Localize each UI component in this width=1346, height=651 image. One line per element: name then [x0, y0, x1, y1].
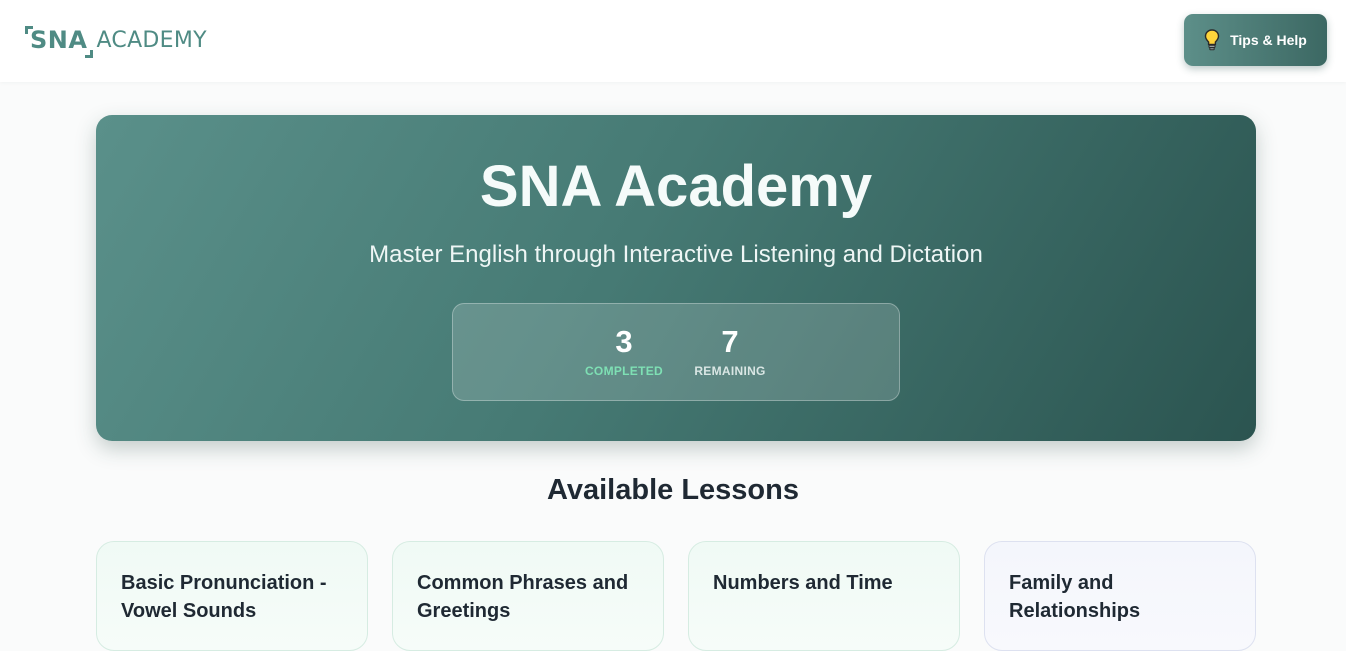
lesson-card[interactable]: Family and Relationships	[984, 541, 1256, 651]
logo-word: ACADEMY	[96, 27, 207, 53]
stat-completed: 3 COMPLETED	[574, 324, 674, 378]
hero-subtitle: Master English through Interactive Liste…	[369, 241, 983, 268]
stat-remaining-label: REMAINING	[694, 364, 766, 378]
stat-remaining: 7 REMAINING	[680, 324, 780, 378]
lesson-card-title: Family and Relationships	[1009, 572, 1141, 622]
lightbulb-icon	[1204, 29, 1220, 51]
hero-title: SNA Academy	[479, 154, 873, 219]
hero-banner: SNA Academy Master English through Inter…	[96, 115, 1256, 441]
available-lessons-heading: Available Lessons	[547, 474, 799, 506]
tips-help-label: Tips & Help	[1230, 32, 1307, 48]
lesson-card-title: Basic Pronunciation - Vowel Sounds	[121, 572, 327, 622]
progress-stats: 3 COMPLETED 7 REMAINING	[452, 303, 900, 401]
stat-completed-value: 3	[615, 324, 633, 359]
lesson-card-title: Common Phrases and Greetings	[417, 572, 629, 622]
tips-help-button[interactable]: Tips & Help	[1184, 14, 1327, 66]
logo-mark-text: SNA	[30, 26, 88, 54]
lesson-card[interactable]: Basic Pronunciation - Vowel Sounds	[96, 541, 368, 651]
lesson-card[interactable]: Common Phrases and Greetings	[392, 541, 664, 651]
logo-mark: SNA	[25, 26, 94, 58]
stat-remaining-value: 7	[721, 324, 739, 359]
logo-bracket-bottom-right	[85, 50, 94, 58]
lesson-card-title: Numbers and Time	[713, 572, 893, 594]
top-header: SNA ACADEMY Tips & Help	[0, 0, 1346, 82]
sna-academy-logo[interactable]: SNA ACADEMY	[25, 24, 207, 58]
logo-bracket-top-left	[25, 26, 33, 34]
stat-completed-label: COMPLETED	[584, 364, 664, 378]
lesson-card[interactable]: Numbers and Time	[688, 541, 960, 651]
